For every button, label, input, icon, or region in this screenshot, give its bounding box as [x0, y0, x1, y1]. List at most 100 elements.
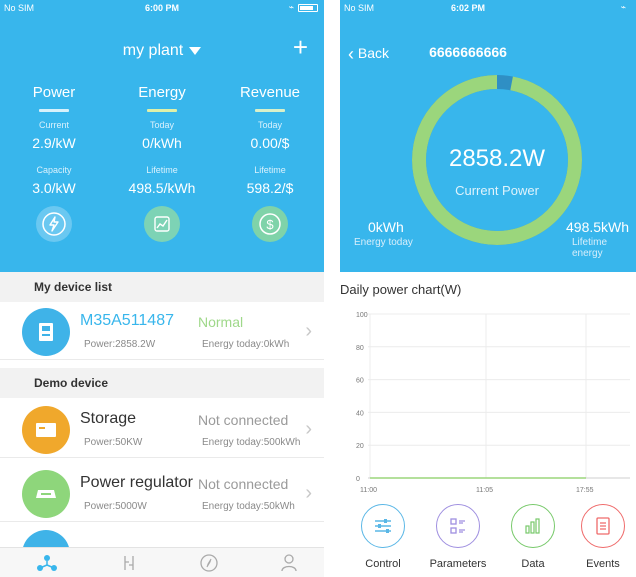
summary-label: Lifetime — [146, 165, 178, 175]
summary-value: 498.5/kWh — [128, 180, 196, 196]
chevron-right-icon: › — [305, 320, 312, 342]
status-bar: No SIM 6:02 PM ⌁ — [340, 0, 636, 16]
device-tab-icon[interactable] — [114, 552, 144, 574]
summary-head: Energy — [138, 84, 186, 101]
device-status: Not connected — [198, 476, 289, 492]
summary-underline — [255, 109, 285, 112]
device-status: Not connected — [198, 412, 289, 428]
chart-title: Daily power chart(W) — [340, 282, 462, 297]
plant-screen: No SIM 6:00 PM ⌁ my plant + Power Curren… — [0, 0, 324, 577]
bar-chart-icon — [511, 504, 555, 548]
svg-text:$: $ — [266, 217, 274, 232]
current-power-label: Current Power — [455, 183, 539, 198]
user-tab-icon[interactable] — [274, 552, 304, 574]
daily-power-chart: 0 20 40 60 80 100 11:00 11:05 17:55 — [356, 312, 630, 494]
device-row-power-regulator[interactable]: Power regulator Not connected Power:5000… — [0, 464, 324, 522]
regulator-icon — [22, 470, 70, 518]
events-label: Events — [586, 558, 620, 570]
sliders-icon — [361, 504, 405, 548]
energy-today-label: Energy today — [354, 237, 413, 248]
control-button[interactable]: Control — [348, 504, 418, 570]
clock-label: 6:02 PM — [450, 3, 485, 13]
bottom-tab-bar — [0, 547, 324, 577]
device-title: 6666666666 — [429, 44, 507, 60]
chevron-right-icon: › — [305, 482, 312, 504]
device-name: M35A511487 — [80, 312, 174, 329]
device-name: Storage — [80, 410, 137, 427]
parameters-button[interactable]: Parameters — [423, 504, 493, 570]
x-tick-label: 17:55 — [576, 487, 594, 494]
summary-value: 3.0/kW — [32, 180, 76, 196]
device-power: Power:2858.2W — [84, 339, 156, 350]
inverter-icon — [22, 308, 70, 356]
x-tick-label: 11:00 — [360, 487, 377, 494]
device-energy: Energy today:500kWh — [202, 437, 301, 448]
data-button[interactable]: Data — [498, 504, 568, 570]
demo-device-header: Demo device — [0, 368, 324, 398]
y-tick-label: 80 — [356, 345, 364, 352]
bluetooth-icon: ⌁ — [288, 2, 294, 12]
summary-value: 0.00/$ — [250, 135, 290, 151]
status-bar: No SIM 6:00 PM ⌁ — [0, 0, 324, 16]
bluetooth-icon: ⌁ — [620, 2, 626, 12]
lifetime-energy-label: Lifetime energy — [572, 237, 608, 259]
device-detail-screen: No SIM 6:02 PM ⌁ ‹ Back 6666666666 2858.… — [340, 0, 636, 577]
plant-summary-panel: No SIM 6:00 PM ⌁ my plant + Power Curren… — [0, 0, 324, 272]
summary-label: Today — [149, 120, 175, 130]
summary-label: Lifetime — [254, 165, 286, 175]
device-energy: Energy today:0kWh — [202, 339, 290, 350]
device-name: Power regulator — [80, 474, 193, 491]
summary-head: Revenue — [239, 84, 301, 101]
my-device-list-header: My device list — [0, 272, 324, 302]
control-label: Control — [365, 558, 401, 570]
energy-today-value: 0kWh — [368, 219, 404, 235]
summary-value: 0/kWh — [142, 135, 182, 151]
add-plant-button[interactable]: + — [293, 34, 308, 60]
x-tick-label: 11:05 — [476, 487, 493, 494]
energy-summary: Energy Today 0/kWh Lifetime 498.5/kWh — [108, 84, 216, 242]
revenue-summary: Revenue Today 0.00/$ Lifetime 598.2/$ $ — [216, 84, 324, 242]
y-tick-label: 0 — [356, 476, 360, 483]
lifetime-energy-value: 498.5kWh — [566, 219, 630, 235]
device-row-storage[interactable]: Storage Not connected Power:50KW Energy … — [0, 400, 324, 458]
summary-label: Today — [257, 120, 283, 130]
battery-icon — [22, 406, 70, 454]
list-icon — [436, 504, 480, 548]
device-power: Power:50KW — [84, 437, 143, 448]
device-power-panel: No SIM 6:02 PM ⌁ ‹ Back 6666666666 2858.… — [340, 0, 636, 272]
device-power: Power:5000W — [84, 501, 147, 512]
summary-underline — [147, 109, 177, 112]
device-row-m35a511487[interactable]: M35A511487 Normal Power:2858.2W Energy t… — [0, 302, 324, 360]
current-power-value: 2858.2W — [448, 145, 546, 172]
parameters-label: Parameters — [429, 558, 487, 570]
y-tick-label: 60 — [356, 378, 364, 385]
battery-status-icon — [298, 4, 318, 12]
clock-label: 6:00 PM — [144, 3, 179, 13]
summary-label: Current — [38, 120, 69, 130]
plant-title: my plant — [122, 42, 184, 59]
y-tick-label: 20 — [356, 443, 364, 450]
device-status: Normal — [198, 314, 244, 330]
summary-value: 2.9/kW — [32, 135, 76, 151]
compass-tab-icon[interactable] — [194, 552, 224, 574]
summary-head: Power — [32, 84, 76, 101]
screenshot-stage: No SIM 6:00 PM ⌁ my plant + Power Curren… — [0, 0, 636, 577]
plant-tab-icon[interactable] — [32, 552, 62, 574]
device-energy: Energy today:50kWh — [202, 501, 295, 512]
y-tick-label: 100 — [356, 312, 368, 319]
summary-label: Capacity — [36, 165, 72, 175]
lightning-icon[interactable] — [36, 206, 72, 242]
document-icon — [581, 504, 625, 548]
summary-underline — [39, 109, 69, 112]
device-action-bar: Control Parameters Data Events — [340, 504, 636, 577]
chevron-right-icon: › — [305, 418, 312, 440]
chart-icon[interactable] — [144, 206, 180, 242]
plant-selector[interactable]: my plant — [0, 42, 324, 60]
events-button[interactable]: Events — [568, 504, 636, 570]
power-summary: Power Current 2.9/kW Capacity 3.0/kW — [0, 84, 108, 242]
dollar-icon[interactable]: $ — [252, 206, 288, 242]
caret-down-icon — [189, 46, 202, 55]
data-label: Data — [521, 558, 545, 570]
summary-value: 598.2/$ — [246, 180, 294, 196]
y-tick-label: 40 — [356, 410, 364, 417]
